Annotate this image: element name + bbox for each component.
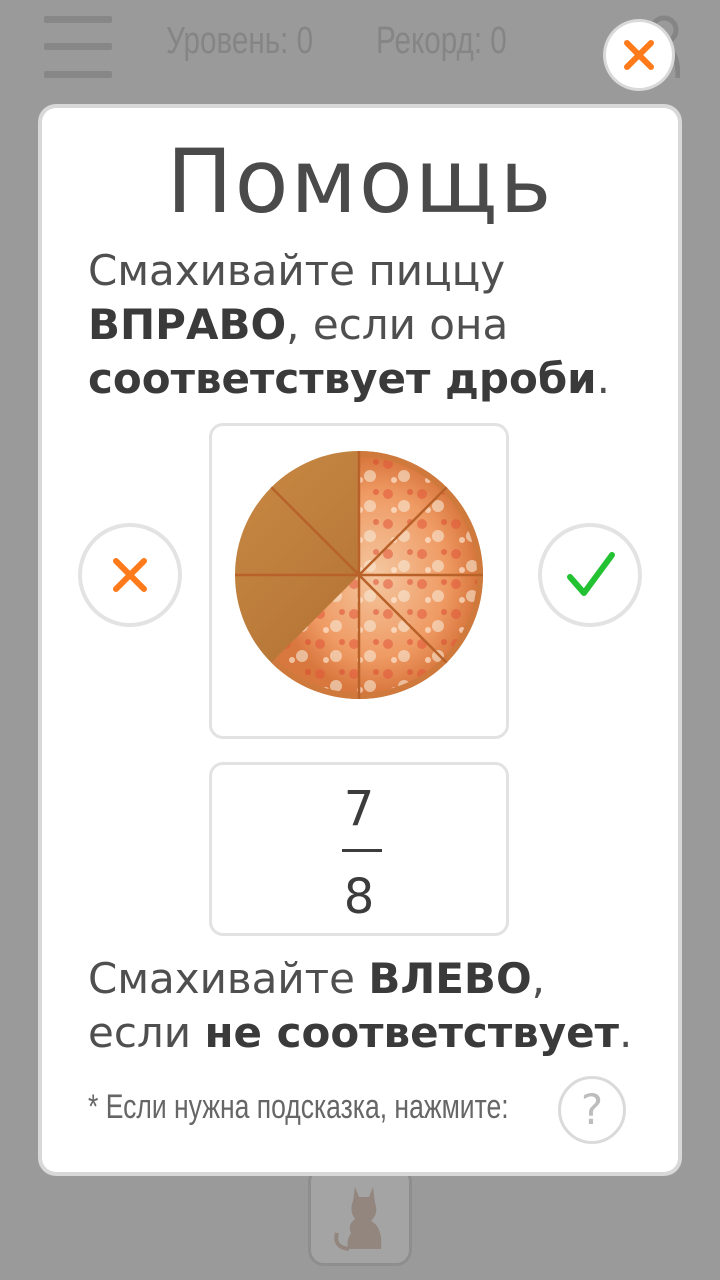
record-label: Рекорд: 0: [376, 20, 507, 62]
fraction-bar: [342, 849, 382, 852]
question-icon: ?: [580, 1085, 604, 1134]
instruction-swipe-right: Смахивайте пиццу ВПРАВО, если она соотве…: [88, 246, 610, 403]
checkmark-icon: [567, 552, 615, 596]
dialog-title: Помощь: [166, 130, 554, 233]
close-icon: [624, 40, 654, 70]
reject-button[interactable]: [78, 523, 182, 627]
cat-button[interactable]: [308, 1166, 412, 1266]
cross-icon: [113, 558, 147, 592]
pizza-image: [235, 451, 483, 699]
accept-button[interactable]: [538, 523, 642, 627]
hamburger-icon[interactable]: [44, 16, 112, 78]
pizza-whole: [235, 451, 483, 699]
fraction-card: 7 8: [209, 762, 509, 936]
close-button[interactable]: [606, 22, 672, 88]
pizza-card[interactable]: [209, 423, 509, 739]
instruction-swipe-left: Смахивайте ВЛЕВО, если не соответствует.: [88, 954, 633, 1057]
level-label: Уровень: 0: [166, 20, 314, 62]
fraction-denominator: 8: [343, 869, 375, 925]
cat-icon: [334, 1187, 382, 1251]
fraction-numerator: 7: [343, 781, 375, 837]
hint-text: * Если нужна подсказка, нажмите:: [88, 1088, 509, 1126]
help-button[interactable]: ?: [558, 1076, 626, 1144]
